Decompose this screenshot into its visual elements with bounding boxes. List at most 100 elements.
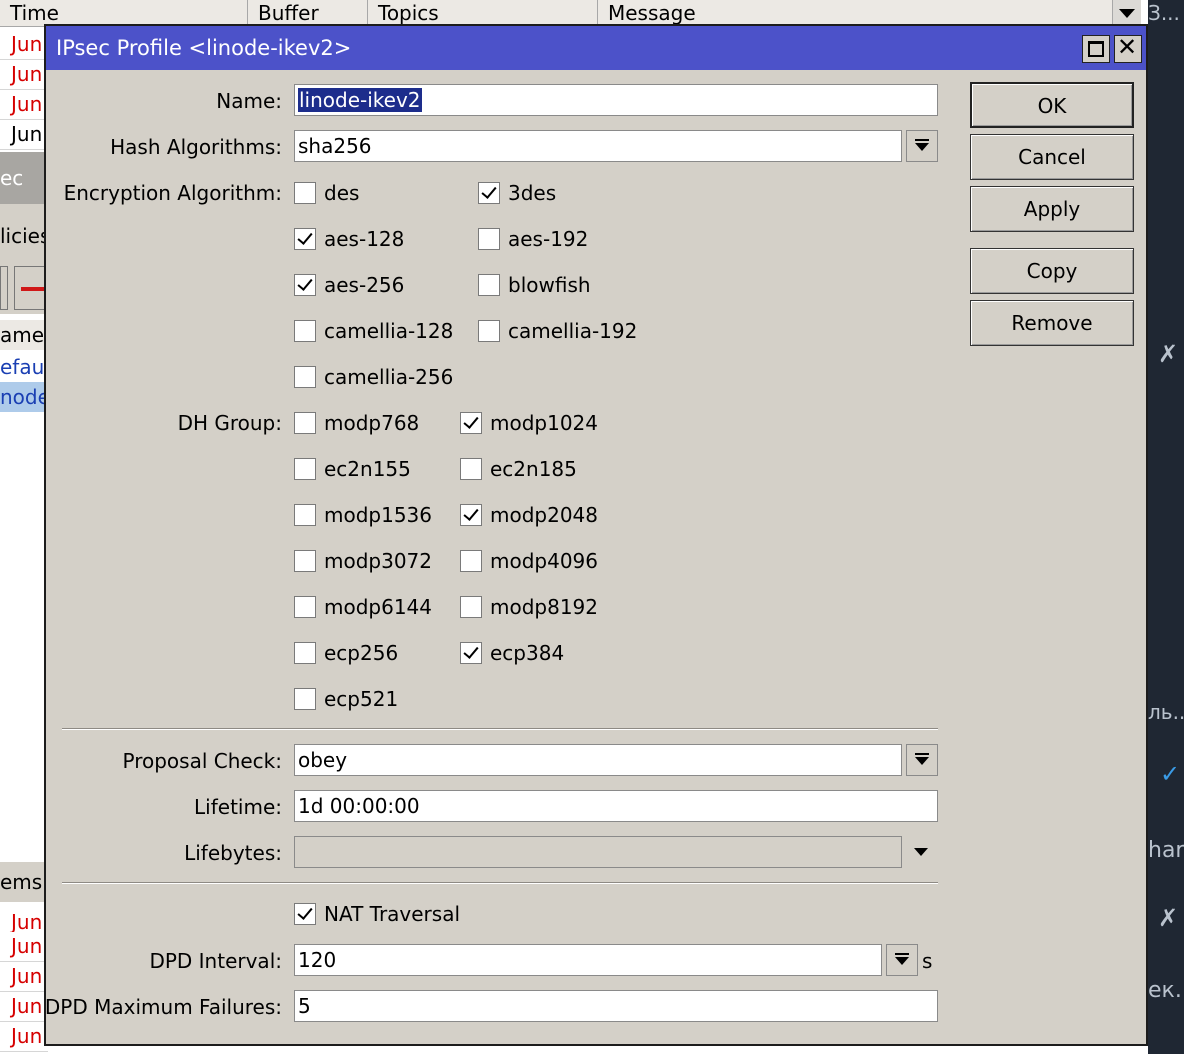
checkbox-aes-128[interactable] <box>294 228 316 250</box>
column-header-topics[interactable]: Topics <box>367 0 598 26</box>
log-row-time: Jun <box>11 62 43 86</box>
checkbox-label-modp8192: modp8192 <box>490 595 599 619</box>
checkbox-ecp256[interactable] <box>294 642 316 664</box>
checkbox-label-modp3072: modp3072 <box>324 549 433 573</box>
dpd-max-failures-label: DPD Maximum Failures: <box>44 995 282 1019</box>
log-row[interactable]: Jun <box>0 932 48 962</box>
checkbox-camellia-192[interactable] <box>478 320 500 342</box>
dpd-interval-field[interactable]: 120 <box>294 944 882 976</box>
checkbox-modp8192[interactable] <box>460 596 482 618</box>
log-row[interactable]: Jun <box>0 962 48 992</box>
log-row-time: Jun <box>11 934 43 958</box>
checkbox-modp6144[interactable] <box>294 596 316 618</box>
checkbox-label-ec2n155: ec2n155 <box>324 457 411 481</box>
background-text: ек. <box>1148 978 1182 1003</box>
checkbox-des[interactable] <box>294 182 316 204</box>
maximize-button[interactable] <box>1082 35 1110 63</box>
mute-icon[interactable]: ✗ <box>1148 340 1184 370</box>
column-header-buffer[interactable]: Buffer <box>247 0 368 26</box>
proposal-check-select[interactable]: obey <box>294 744 902 776</box>
checkbox-label-ecp384: ecp384 <box>490 641 565 665</box>
checkbox-modp1536[interactable] <box>294 504 316 526</box>
checkbox-blowfish[interactable] <box>478 274 500 296</box>
copy-button[interactable]: Copy <box>970 248 1134 294</box>
checkbox-label-blowfish: blowfish <box>508 273 591 297</box>
separator <box>62 882 938 884</box>
profile-row-default[interactable]: efau <box>0 352 46 382</box>
lifetime-label: Lifetime: <box>194 795 282 819</box>
dialog-titlebar[interactable]: IPsec Profile <linode-ikev2> ✕ <box>46 26 1146 70</box>
lifetime-field[interactable]: 1d 00:00:00 <box>294 790 938 822</box>
lifebytes-field[interactable] <box>294 836 902 868</box>
checkbox-camellia-256[interactable] <box>294 366 316 388</box>
lifebytes-expand-button[interactable] <box>906 836 938 868</box>
log-row[interactable]: Jun <box>0 1022 48 1052</box>
checkbox-ec2n155[interactable] <box>294 458 316 480</box>
name-label: Name: <box>216 89 282 113</box>
hash-algorithms-dropdown-button[interactable] <box>906 130 938 162</box>
background-text: З... <box>1148 1 1180 25</box>
add-button[interactable] <box>0 266 8 310</box>
column-header-message[interactable]: Message <box>597 0 1113 26</box>
apply-button[interactable]: Apply <box>970 186 1134 232</box>
log-row-time: Jun <box>11 964 43 988</box>
checkbox-ec2n185[interactable] <box>460 458 482 480</box>
checkbox-modp3072[interactable] <box>294 550 316 572</box>
name-field[interactable]: linode-ikev2 <box>294 84 938 116</box>
column-header-name[interactable]: ame <box>0 320 46 350</box>
column-header-time[interactable]: Time <box>0 0 246 26</box>
log-row-time: Jun <box>11 122 43 146</box>
log-row[interactable]: Jun <box>0 30 48 60</box>
checkbox-label-aes-256: aes-256 <box>324 273 405 297</box>
checkbox-label-modp768: modp768 <box>324 411 420 435</box>
log-row-time: Jun <box>11 32 43 56</box>
hash-algorithms-select[interactable]: sha256 <box>294 130 902 162</box>
checkbox-label-ecp521: ecp521 <box>324 687 399 711</box>
column-chooser-button[interactable] <box>1112 0 1141 26</box>
tab-policies[interactable]: licies <box>0 204 50 264</box>
checkbox-label-modp6144: modp6144 <box>324 595 433 619</box>
proposal-check-dropdown-button[interactable] <box>906 744 938 776</box>
log-row[interactable]: Jun <box>0 90 48 120</box>
name-value: linode-ikev2 <box>298 88 422 112</box>
toolbar <box>0 264 47 314</box>
checkbox-3des[interactable] <box>478 182 500 204</box>
checkbox-modp1024[interactable] <box>460 412 482 434</box>
log-row-time: Jun <box>11 1024 43 1048</box>
log-row-time: Jun <box>11 910 43 934</box>
dh-group-label: DH Group: <box>177 411 282 435</box>
cancel-button[interactable]: Cancel <box>970 134 1134 180</box>
remove-button[interactable] <box>14 266 47 310</box>
nat-traversal-checkbox[interactable] <box>294 903 316 925</box>
dpd-interval-dropdown-button[interactable] <box>886 944 918 976</box>
dpd-max-failures-value: 5 <box>298 994 311 1018</box>
checkbox-modp768[interactable] <box>294 412 316 434</box>
checkbox-ecp384[interactable] <box>460 642 482 664</box>
mute-icon[interactable]: ✗ <box>1148 904 1184 934</box>
checkbox-camellia-128[interactable] <box>294 320 316 342</box>
log-row-time: Jun <box>11 92 43 116</box>
checkbox-ecp521[interactable] <box>294 688 316 710</box>
checkbox-modp2048[interactable] <box>460 504 482 526</box>
checkbox-aes-256[interactable] <box>294 274 316 296</box>
ok-button[interactable]: OK <box>970 82 1134 128</box>
log-row[interactable]: Jun <box>0 120 48 150</box>
log-row[interactable]: Jun <box>0 992 48 1022</box>
log-table-header: Time Buffer Topics Message <box>0 0 1141 27</box>
double-check-icon: ✓ <box>1160 760 1181 788</box>
checkbox-label-ec2n185: ec2n185 <box>490 457 577 481</box>
checkbox-modp4096[interactable] <box>460 550 482 572</box>
lifebytes-label: Lifebytes: <box>184 841 282 865</box>
separator <box>62 728 938 730</box>
maximize-icon <box>1088 41 1104 57</box>
log-row[interactable]: Jun <box>0 60 48 90</box>
background-app-panel <box>1148 0 1184 1054</box>
profile-row-linode[interactable]: node <box>0 382 50 412</box>
dpd-max-failures-field[interactable]: 5 <box>294 990 938 1022</box>
hash-algorithms-label: Hash Algorithms: <box>110 135 282 159</box>
remove-button[interactable]: Remove <box>970 300 1134 346</box>
proposal-check-label: Proposal Check: <box>122 749 282 773</box>
close-button[interactable]: ✕ <box>1114 33 1142 63</box>
checkbox-aes-192[interactable] <box>478 228 500 250</box>
background-text: ль... <box>1148 700 1184 724</box>
